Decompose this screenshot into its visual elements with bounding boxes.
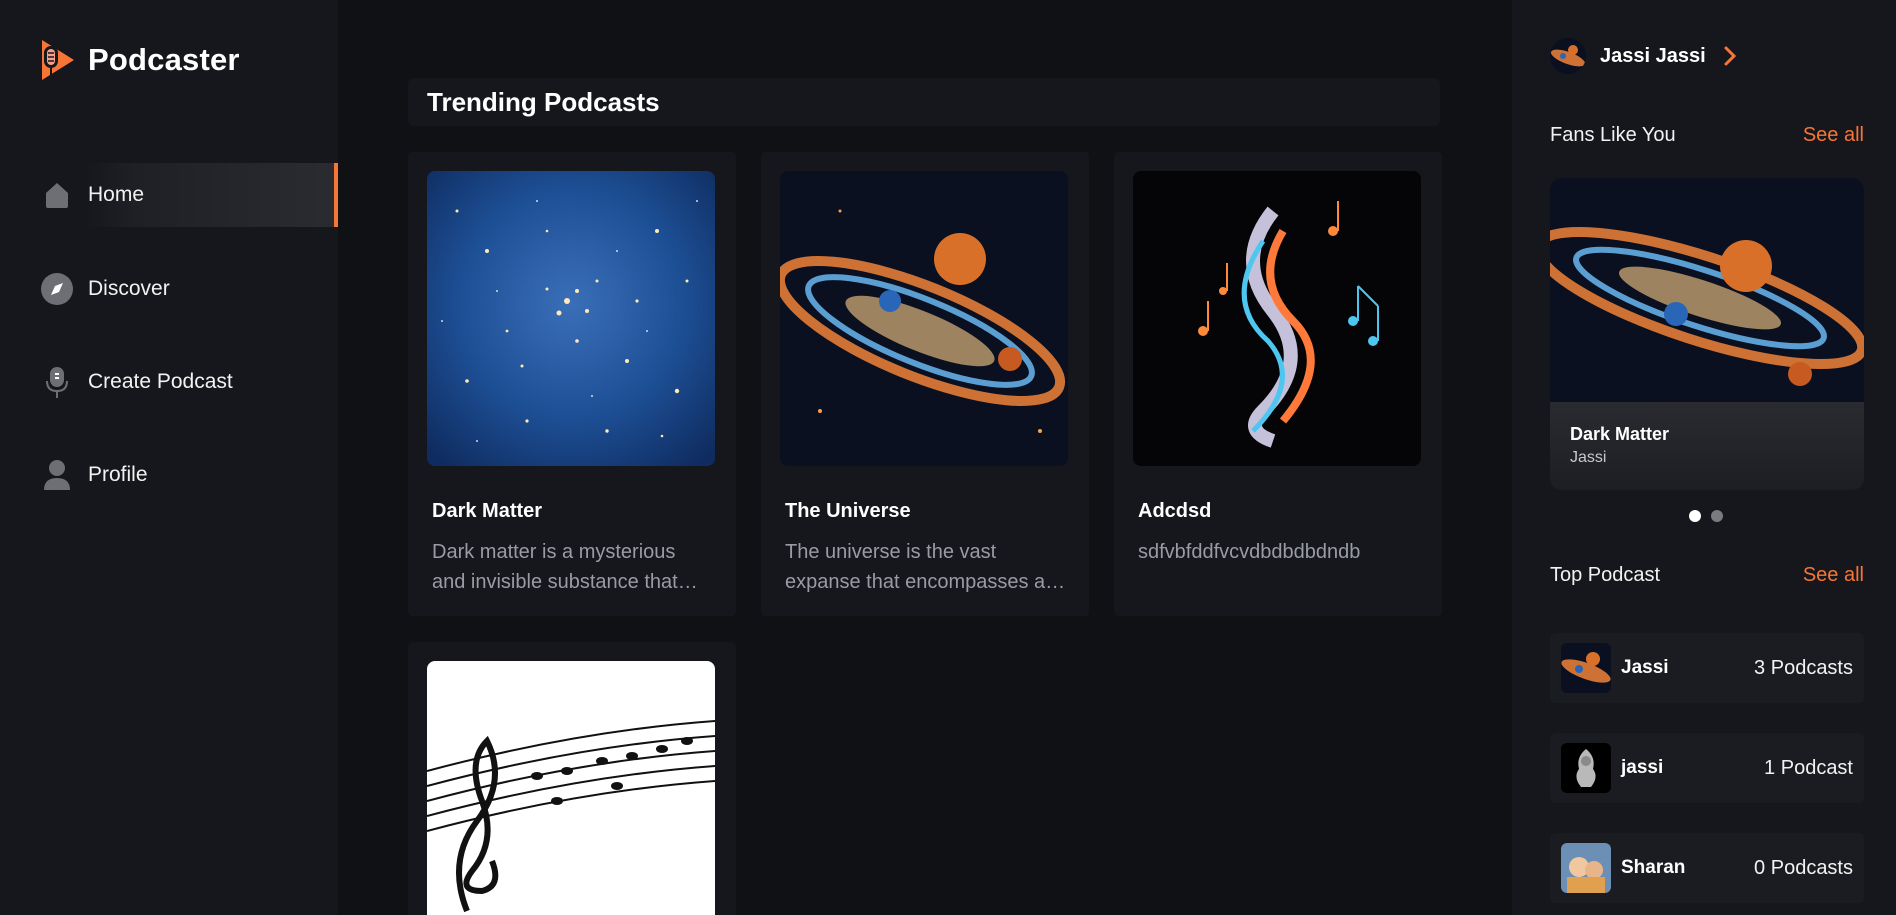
podcaster-avatar — [1561, 643, 1611, 693]
podcast-count: 1 Podcast — [1764, 756, 1853, 779]
carousel-dot[interactable] — [1689, 510, 1701, 522]
podcast-card[interactable]: Adcdsd sdfvbfddfvcvdbdbdbdndb — [1114, 152, 1442, 616]
top-podcast-title: Top Podcast — [1550, 564, 1661, 586]
fan-podcast-card[interactable]: Dark Matter Jassi — [1550, 178, 1864, 490]
podcast-cover-image — [427, 661, 715, 915]
podcaster-name: Sharan — [1621, 857, 1686, 878]
fans-see-all-link[interactable]: See all — [1803, 124, 1864, 147]
user-profile-link[interactable]: Jassi Jassi — [1550, 38, 1740, 74]
podcast-card[interactable]: The Universe The universe is the vast ex… — [761, 152, 1089, 616]
podcast-card[interactable] — [408, 642, 736, 915]
left-sidebar: Podcaster Home Discover Create Podcast P — [0, 0, 338, 915]
podcaster-avatar — [1561, 743, 1611, 793]
right-sidebar: Jassi Jassi Fans Like You See all Dark M… — [1512, 0, 1896, 915]
podcast-description: Dark matter is a mysterious and invisibl… — [432, 541, 678, 593]
fans-header: Fans Like You See all — [1550, 124, 1864, 147]
sidebar-item-home[interactable]: Home — [0, 163, 338, 227]
compass-icon — [40, 272, 74, 306]
sidebar-item-discover[interactable]: Discover — [0, 257, 338, 321]
app-root: Podcaster Home Discover Create Podcast P — [0, 0, 1896, 915]
sidebar-item-label: Profile — [88, 463, 148, 486]
podcast-cover-image — [780, 171, 1068, 466]
top-see-all-link[interactable]: See all — [1803, 564, 1864, 587]
carousel-dots — [1689, 510, 1723, 522]
microphone-icon — [40, 365, 74, 399]
podcast-description: The universe is the vast expanse that en… — [785, 541, 1055, 593]
chevron-right-icon — [1724, 46, 1736, 66]
podcast-title: The Universe — [785, 500, 911, 522]
top-podcaster-row[interactable]: jassi 1 Podcast — [1550, 733, 1864, 803]
fan-podcast-image — [1550, 178, 1864, 402]
sidebar-item-label: Discover — [88, 277, 170, 300]
podcast-title: Dark Matter — [432, 500, 543, 522]
app-logo[interactable]: Podcaster — [38, 38, 240, 82]
app-name: Podcaster — [88, 42, 240, 77]
fans-title: Fans Like You — [1550, 124, 1676, 146]
podcaster-name: jassi — [1621, 757, 1664, 778]
main-content: Trending Podcasts Dark Matter Dark matte… — [338, 0, 1512, 915]
podcaster-avatar — [1561, 843, 1611, 893]
fan-podcast-author: Jassi — [1570, 449, 1607, 466]
sidebar-item-create-podcast[interactable]: Create Podcast — [0, 350, 338, 414]
podcast-cover-image — [427, 171, 715, 466]
home-icon — [40, 178, 74, 212]
podcast-count: 0 Podcasts — [1754, 856, 1853, 879]
user-icon — [40, 458, 74, 492]
sidebar-item-label: Home — [88, 183, 145, 206]
podcast-description: sdfvbfddfvcvdbdbdbdndb — [1138, 541, 1361, 563]
podcast-cover-image — [1133, 171, 1421, 466]
top-podcaster-row[interactable]: Jassi 3 Podcasts — [1550, 633, 1864, 703]
avatar — [1550, 38, 1586, 74]
trending-header: Trending Podcasts — [408, 78, 1440, 126]
podcast-count: 3 Podcasts — [1754, 656, 1853, 679]
top-podcast-header: Top Podcast See all — [1550, 564, 1864, 587]
user-name: Jassi Jassi — [1600, 44, 1706, 67]
sidebar-item-profile[interactable]: Profile — [0, 443, 338, 507]
fan-podcast-title: Dark Matter — [1570, 424, 1670, 444]
podcast-card[interactable]: Dark Matter Dark matter is a mysterious … — [408, 152, 736, 616]
podcast-title: Adcdsd — [1138, 500, 1212, 522]
section-title: Trending Podcasts — [427, 86, 660, 117]
sidebar-item-label: Create Podcast — [88, 370, 233, 393]
top-podcaster-row[interactable]: Sharan 0 Podcasts — [1550, 833, 1864, 903]
carousel-dot[interactable] — [1711, 510, 1723, 522]
podcaster-logo-icon — [42, 40, 74, 80]
podcaster-name: Jassi — [1621, 657, 1669, 678]
fan-podcast-info: Dark Matter Jassi — [1550, 402, 1864, 490]
